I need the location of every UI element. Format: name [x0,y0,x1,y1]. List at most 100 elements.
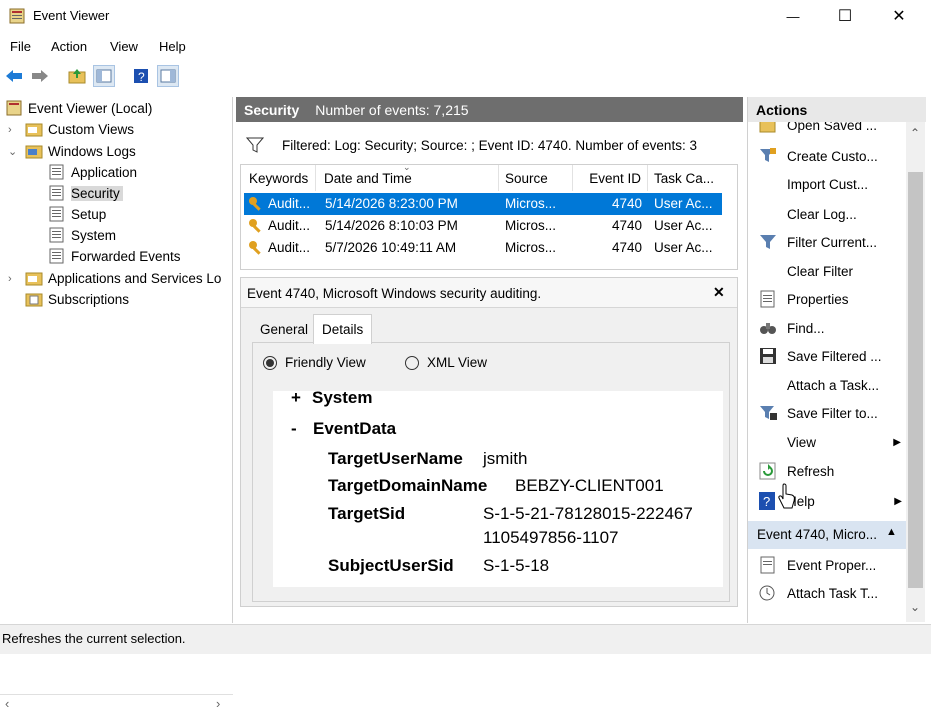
tree-item-subscriptions[interactable]: Subscriptions [25,289,129,309]
action-save-filtered-log[interactable]: Save Filtered ... [758,345,903,367]
field-key: TargetUserName [328,449,463,468]
tree-item-event-viewer-local[interactable]: Event Viewer (Local) [5,98,152,118]
radio-checked-icon [263,355,277,370]
action-label: Clear Filter [787,263,854,279]
scroll-right-icon[interactable]: › [216,696,220,711]
column-header-event-id[interactable]: Event ID [573,165,648,191]
close-button[interactable]: ✕ [876,0,922,32]
field-key: TargetSid [328,504,406,523]
eventdata-toggle[interactable]: - [291,419,297,439]
action-open-saved[interactable]: Open Saved ... [758,122,903,136]
friendly-view-radio[interactable]: Friendly View [263,355,366,370]
show-hide-action-pane-icon[interactable] [157,65,179,87]
back-icon[interactable] [3,65,25,87]
tree-item-application[interactable]: Application [48,162,137,182]
actions-pane: Actions Open Saved ... Create Custo... I… [747,97,926,623]
expand-chevron-icon[interactable]: › [8,124,18,136]
tree-item-security[interactable]: Security [48,183,123,203]
system-node: System [312,391,373,407]
window-title: Event Viewer [33,8,110,23]
minimize-button[interactable]: — [770,0,816,32]
action-create-custom-view[interactable]: Create Custo... [758,145,903,167]
tree-label: Setup [71,206,107,222]
action-clear-log[interactable]: Clear Log... [787,203,907,225]
mouse-cursor-icon [778,483,795,509]
action-refresh[interactable]: Refresh [758,460,903,482]
actions-list: Open Saved ... Create Custo... Import Cu… [748,122,907,620]
column-header-keywords[interactable]: Keywords [241,165,316,191]
collapse-arrow-icon[interactable]: ▲ [886,526,897,538]
up-folder-icon[interactable] [66,65,88,87]
submenu-arrow-icon: ▶ [893,436,901,448]
log-icon [49,206,64,222]
show-hide-tree-icon[interactable] [93,65,115,87]
event-detail-pane: Event 4740, Microsoft Windows security a… [240,277,738,607]
cell-event-id: 4740 [612,196,643,211]
table-row[interactable]: Audit... 5/14/2026 8:10:03 PM Micros... … [244,215,722,237]
cell-keywords: Audit... [268,240,311,255]
collapse-chevron-icon[interactable]: ⌄ [8,145,18,158]
folder-icon [25,123,43,137]
action-import-custom-view[interactable]: Import Cust... [787,173,907,195]
action-event-properties[interactable]: Event Proper... [758,554,903,576]
action-filter-current-log[interactable]: Filter Current... [758,231,903,253]
cell-date: 5/14/2026 8:10:03 PM [325,218,458,233]
save-filter-icon [760,406,777,420]
details-panel: Friendly View XML View + System - EventD… [252,342,730,602]
tree-label: Subscriptions [48,291,130,307]
column-header-task-category[interactable]: Task Ca... [648,165,722,191]
menu-help[interactable]: Help [159,39,186,54]
tree-label: Application [71,164,138,180]
expand-chevron-icon[interactable]: › [8,273,18,285]
menu-action[interactable]: Action [51,39,87,54]
system-toggle[interactable]: + [291,391,301,408]
scroll-left-icon[interactable]: ‹ [5,696,9,711]
cell-source: Micros... [505,240,557,255]
table-row[interactable]: Audit... 5/14/2026 8:23:00 PM Micros... … [244,193,722,215]
properties-icon [760,290,775,308]
tree-item-applications-and-services[interactable]: Applications and Services Lo [25,268,231,288]
tree-item-forwarded-events[interactable]: Forwarded Events [48,246,181,266]
xml-view-radio[interactable]: XML View [405,355,487,370]
refresh-icon [759,462,776,480]
action-save-filter-to-custom-view[interactable]: Save Filter to... [758,402,903,424]
cell-source: Micros... [505,196,557,211]
menu-file[interactable]: File [10,39,31,54]
menu-view[interactable]: View [110,39,138,54]
tree-item-windows-logs[interactable]: Windows Logs [25,141,136,161]
tree-item-setup[interactable]: Setup [48,204,106,224]
maximize-button[interactable]: ☐ [822,0,868,32]
scroll-up-icon[interactable]: ⌃ [910,126,920,140]
action-attach-task-to-event[interactable]: Attach Task T... [758,582,903,604]
scroll-down-icon[interactable]: ⌄ [910,600,920,614]
tab-details[interactable]: Details [313,314,373,344]
audit-key-icon [249,197,261,211]
event-section-header[interactable]: Event 4740, Micro... ▲ [748,521,907,549]
action-clear-filter[interactable]: Clear Filter [787,260,907,282]
properties-icon [760,556,775,574]
scroll-thumb[interactable] [908,172,923,588]
actions-vertical-scrollbar[interactable]: ⌃ ⌄ [906,122,925,622]
table-row[interactable]: Audit... 5/7/2026 10:49:11 AM Micros... … [244,237,722,259]
log-icon [49,164,64,180]
filter-icon [760,235,776,249]
action-properties[interactable]: Properties [758,288,903,310]
field-key: TargetDomainName [328,476,488,495]
help-icon[interactable]: ? [130,65,152,87]
tree-label: Custom Views [48,121,135,137]
detail-close-icon[interactable]: ✕ [713,284,725,301]
filter-bar: Filtered: Log: Security; Source: ; Event… [240,131,738,159]
horizontal-scrollbar[interactable]: ‹ › [0,694,233,716]
action-label: Attach a Task... [787,377,880,393]
event-xml-view: + System - EventData TargetUserName jsmi… [273,391,723,587]
cell-event-id: 4740 [612,218,643,233]
forward-icon[interactable] [29,65,51,87]
column-header-source[interactable]: Source [499,165,573,191]
action-find[interactable]: Find... [758,317,903,339]
tab-general[interactable]: General [254,316,314,342]
action-attach-task[interactable]: Attach a Task... [787,374,907,396]
tree-item-custom-views[interactable]: Custom Views [25,119,134,139]
action-view-submenu[interactable]: View ▶ [787,431,907,453]
binoculars-icon [760,323,776,334]
tree-item-system[interactable]: System [48,225,116,245]
